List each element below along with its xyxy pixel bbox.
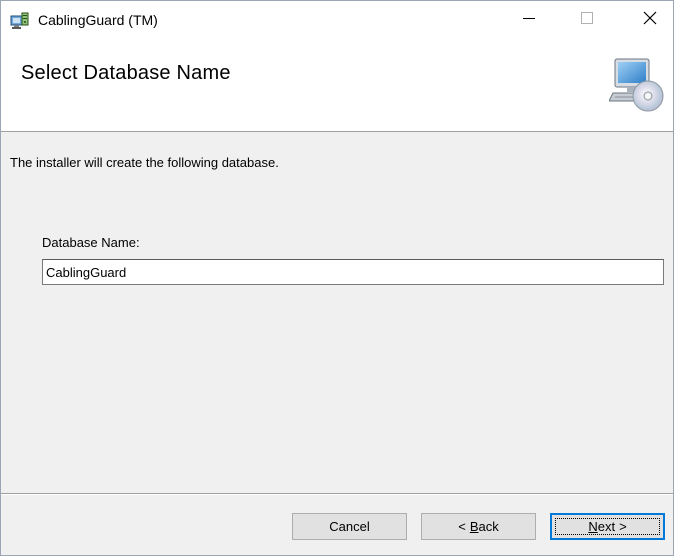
title-bar[interactable]: CablingGuard (TM) (1, 1, 673, 39)
maximize-icon (581, 11, 593, 29)
intro-text: The installer will create the following … (10, 155, 279, 170)
focus-rectangle (555, 518, 660, 535)
header-banner: Select Database Name (1, 39, 673, 132)
close-icon (643, 11, 657, 30)
installer-app-icon (10, 11, 30, 31)
footer-divider (1, 493, 673, 495)
close-button[interactable] (627, 1, 673, 39)
database-name-label: Database Name: (42, 235, 140, 250)
maximize-button[interactable] (564, 1, 610, 39)
next-button[interactable]: Next > (550, 513, 665, 540)
page-title: Select Database Name (21, 62, 231, 84)
computer-cd-icon (608, 55, 665, 113)
cancel-button[interactable]: Cancel (292, 513, 407, 540)
back-arrow: < (458, 519, 466, 534)
database-name-input[interactable] (42, 259, 664, 285)
back-button[interactable]: < Back (421, 513, 536, 540)
cancel-button-label: Cancel (329, 519, 370, 534)
window-title: CablingGuard (TM) (38, 12, 158, 28)
back-mnemonic: B (469, 519, 479, 534)
minimize-button[interactable] (506, 1, 552, 39)
minimize-icon (523, 11, 535, 29)
installer-window: CablingGuard (TM) Select Database Name T… (0, 0, 674, 556)
back-button-label: ack (478, 519, 499, 534)
